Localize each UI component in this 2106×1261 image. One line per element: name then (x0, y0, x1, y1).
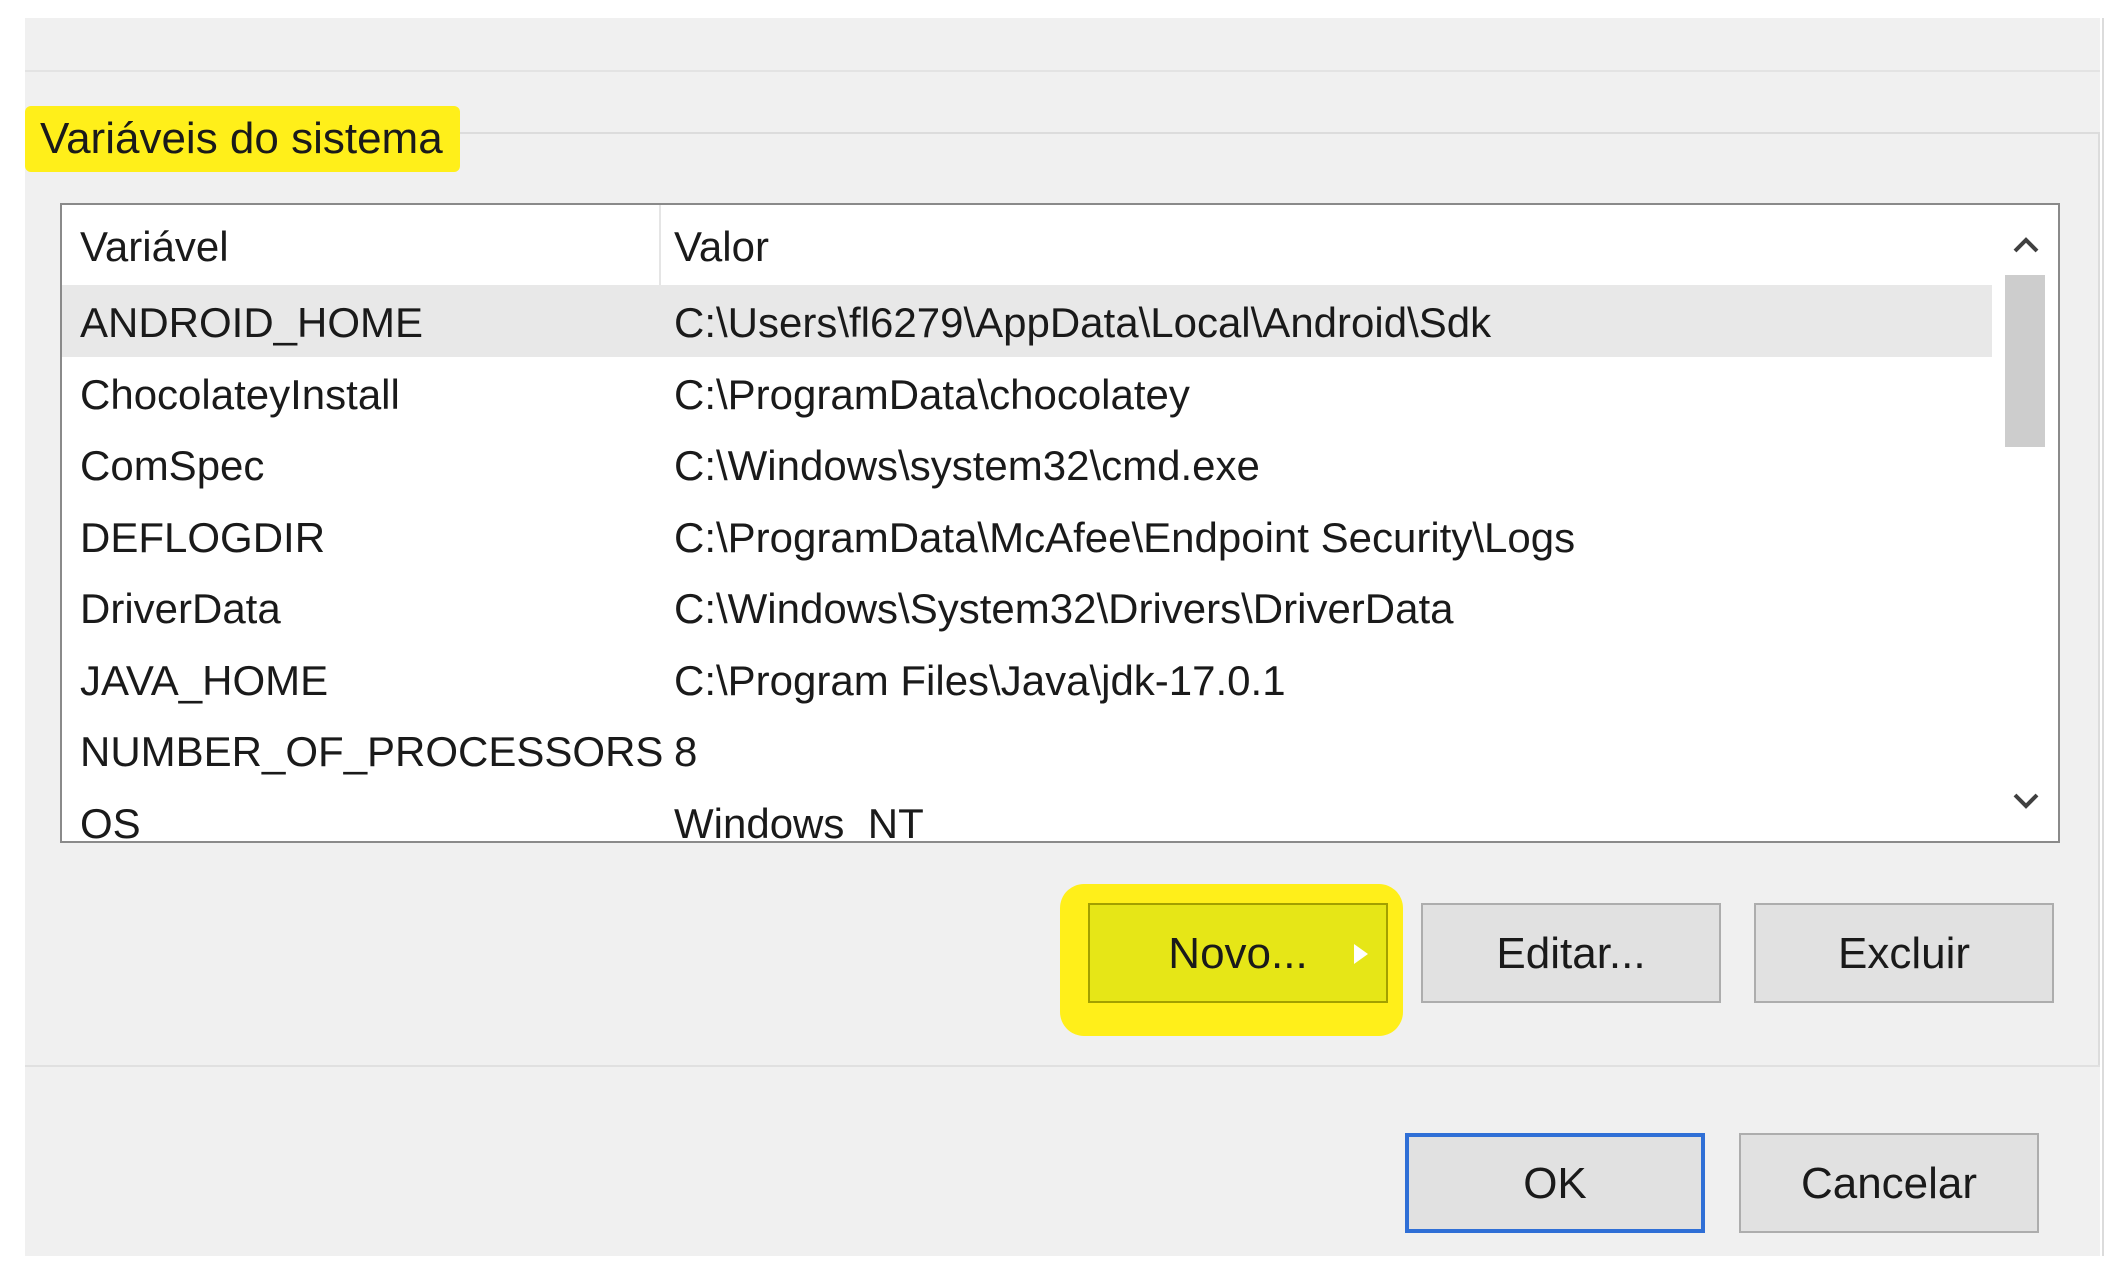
list-rows: ANDROID_HOME C:\Users\fl6279\AppData\Loca… (62, 285, 1992, 843)
vertical-scrollbar[interactable] (1994, 205, 2058, 841)
cell-variable: NUMBER_OF_PROCESSORS (80, 728, 664, 775)
cell-variable: DEFLOGDIR (80, 513, 326, 561)
chevron-up-icon[interactable] (1994, 213, 2058, 277)
table-row[interactable]: DEFLOGDIR C:\ProgramData\McAfee\Endpoint … (62, 500, 1992, 572)
scroll-thumb[interactable] (2005, 275, 2045, 447)
cell-value: C:\ProgramData\McAfee\Endpoint Security\… (674, 513, 1576, 561)
cell-value: C:\ProgramData\chocolatey (674, 370, 1190, 418)
delete-variable-button[interactable]: Excluir (1754, 903, 2054, 1003)
table-row[interactable]: ANDROID_HOME C:\Users\fl6279\AppData\Loca… (62, 285, 1992, 357)
cancel-button[interactable]: Cancelar (1739, 1133, 2039, 1233)
column-separator[interactable] (659, 205, 661, 285)
edit-variable-button[interactable]: Editar... (1421, 903, 1721, 1003)
user-variables-panel-edge (25, 18, 2100, 72)
cell-value: C:\Windows\system32\cmd.exe (674, 442, 1260, 489)
cell-value: C:\Windows\System32\Drivers\DriverData (674, 585, 1454, 632)
footer-separator (25, 1065, 2100, 1067)
cursor-pointer-icon (1354, 944, 1368, 964)
cell-value: C:\Users\fl6279\AppData\Local\Android\Sd… (674, 299, 1492, 346)
cell-variable: OS (80, 799, 141, 843)
cell-value: Windows_NT (674, 799, 924, 843)
chevron-down-icon[interactable] (1994, 769, 2058, 833)
dialog-right-edge (2102, 18, 2104, 1256)
table-row[interactable]: ComSpec C:\Windows\system32\cmd.exe (62, 428, 1992, 500)
table-row[interactable]: OS Windows_NT (62, 786, 1992, 843)
column-header-variable[interactable]: Variável (80, 205, 650, 285)
cell-variable: ComSpec (80, 442, 265, 489)
column-header-value[interactable]: Valor (674, 205, 1974, 285)
system-variables-title: Variáveis do sistema (25, 106, 460, 172)
cell-variable: ANDROID_HOME (80, 299, 424, 346)
cell-variable: DriverData (80, 585, 281, 632)
new-variable-button[interactable]: Novo... (1088, 903, 1388, 1003)
cell-value: C:\Program Files\Java\jdk-17.0.1 (674, 656, 1286, 704)
table-row[interactable]: NUMBER_OF_PROCESSORS 8 (62, 714, 1992, 786)
cell-variable: ChocolateyInstall (80, 370, 400, 418)
cell-variable: JAVA_HOME (80, 656, 329, 704)
table-row[interactable]: ChocolateyInstall C:\ProgramData\chocolat… (62, 357, 1992, 429)
table-row[interactable]: JAVA_HOME C:\Program Files\Java\jdk-17.0.… (62, 643, 1992, 715)
cell-value: 8 (674, 728, 698, 775)
table-row[interactable]: DriverData C:\Windows\System32\Drivers\Dr… (62, 571, 1992, 643)
ok-button[interactable]: OK (1405, 1133, 1705, 1233)
system-variables-list[interactable]: Variável Valor ANDROID_HOME C:\Users\fl62… (60, 203, 2060, 843)
list-header: Variável Valor (62, 205, 1992, 285)
